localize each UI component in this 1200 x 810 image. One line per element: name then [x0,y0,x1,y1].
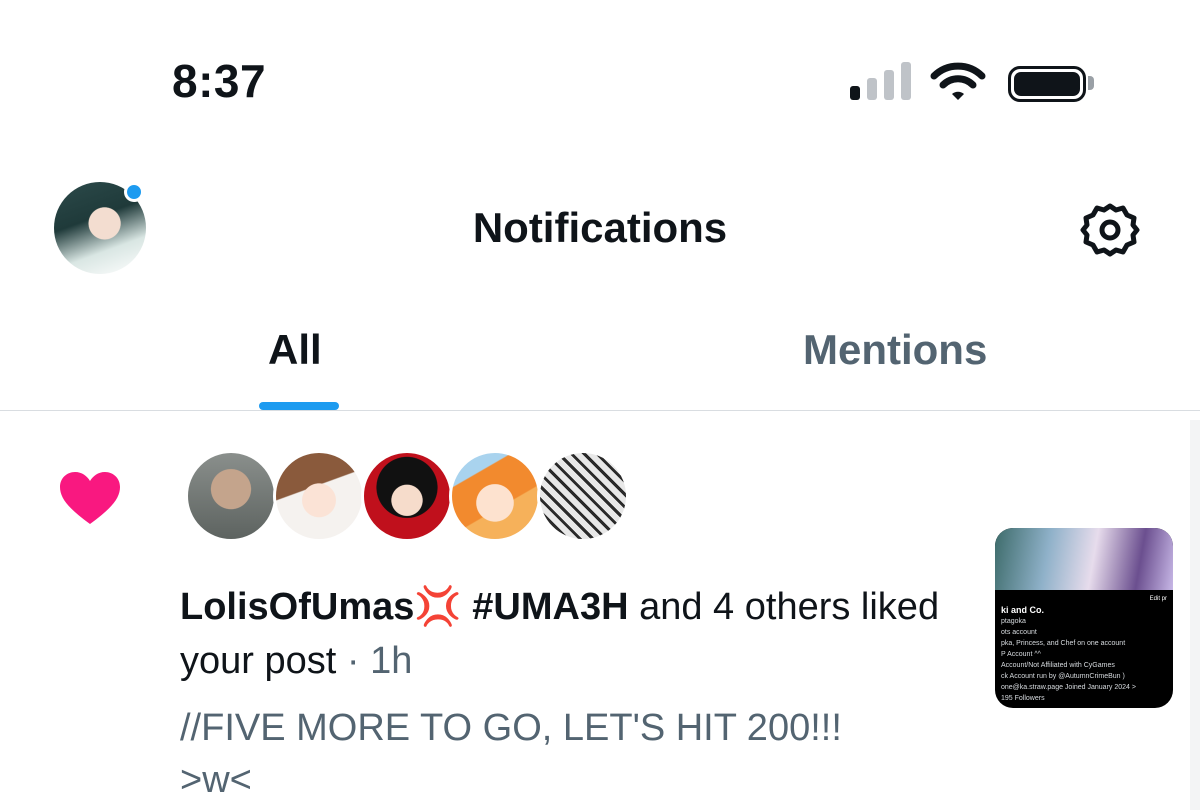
post-preview[interactable]: //FIVE MORE TO GO, LET'S HIT 200!!! >w< [180,702,970,806]
liker-avatar[interactable] [273,450,365,542]
timestamp: 1h [370,640,413,682]
battery-icon [1008,66,1086,102]
thumbnail-line: 195 Followers [1001,695,1045,702]
liker-avatar[interactable] [185,450,277,542]
thumbnail-line: one@ka.straw.page Joined January 2024 > [1001,684,1136,691]
post-text: //FIVE MORE TO GO, LET'S HIT 200!!! [180,707,842,749]
thumbnail-title: ki and Co. [1001,605,1045,615]
liker-avatar[interactable] [449,450,541,542]
others-count: and 4 [639,586,735,628]
actor-tag: #UMA3H [472,586,629,628]
post-text-line2: >w< [180,759,252,801]
battery-cap [1088,76,1094,90]
gear-icon[interactable] [1080,200,1140,260]
thumbnail-line: ck Account run by @AutumnCrimeBun ) [1001,673,1125,680]
thumbnail-profile-text: Edit pr ki and Co. ptagoka ots account p… [995,590,1173,708]
heart-icon [60,472,120,524]
thumbnail-line: ptagoka [1001,618,1026,625]
tab-mentions[interactable]: Mentions [803,326,987,374]
scrollbar[interactable] [1190,420,1200,810]
thumbnail-line: Account/Not Affiliated with CyGames [1001,662,1115,669]
thumbnail-line: ots account [1001,629,1037,636]
page-title: Notifications [472,204,728,251]
thumbnail-line: P Account ^^ [1001,651,1041,658]
status-time: 8:37 [172,55,267,107]
cellular-signal-icon [850,60,912,100]
unread-dot [124,182,144,202]
thumbnail-line: pka, Princess, and Chef on one account [1001,640,1126,647]
tab-all[interactable]: All [268,326,322,374]
wifi-icon [930,62,986,100]
thumbnail-edit-button: Edit pr [1149,596,1167,602]
liker-avatar[interactable] [361,450,453,542]
notification-text[interactable]: LolisOfUmas💢 #UMA3H and 4 others liked y… [180,580,960,688]
anger-emoji: 💢 [414,586,462,628]
notifications-screen: 8:37 Notifications All Mentions LolisOfU… [0,0,1200,810]
thumbnail-banner [995,528,1173,590]
separator: · [346,640,360,682]
tab-divider [0,410,1200,411]
post-thumbnail[interactable]: Edit pr ki and Co. ptagoka ots account p… [995,528,1173,708]
tab-selected-indicator [259,402,339,410]
liker-avatar[interactable] [537,450,629,542]
actor-name[interactable]: LolisOfUmas [180,586,414,628]
